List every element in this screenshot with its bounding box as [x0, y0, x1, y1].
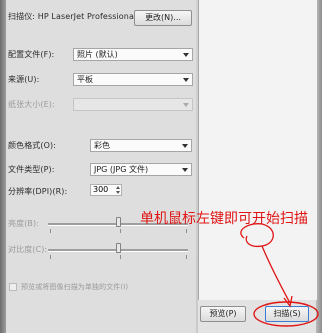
annotation-overlay — [240, 223, 319, 327]
annotation-arrow-line — [261, 245, 291, 304]
annotation-arrow-head — [283, 295, 293, 308]
annotation-cursor-scribble — [240, 223, 274, 248]
annotation-circle — [253, 301, 319, 327]
